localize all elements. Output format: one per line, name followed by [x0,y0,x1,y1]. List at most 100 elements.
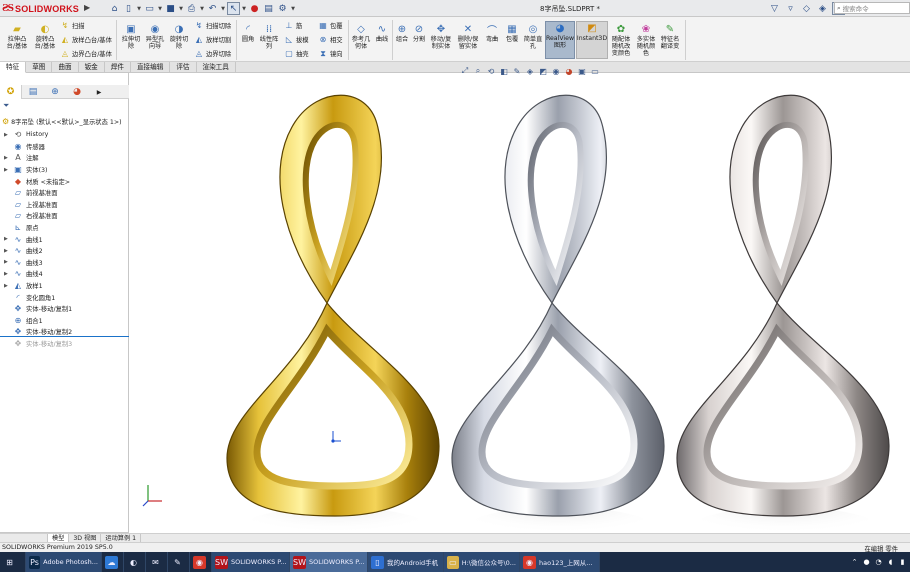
draft-button[interactable]: ◺ 拔模 [284,34,309,45]
revolve-cut-button[interactable]: ◑ 旋转切 除 [167,23,191,51]
expand-arrow-icon[interactable]: ▶ [4,283,8,289]
taskbar-item[interactable]: ✉ [146,552,168,572]
delete-keep-body-button[interactable]: ✕ 删除/保 留实体 [455,23,481,51]
loft-boss-button[interactable]: ◭ 放样凸台/基体 [60,34,112,45]
tray-power-icon[interactable]: ▮ [898,558,907,567]
tree-item[interactable]: ▶ ⟲ History [0,129,129,141]
filter-vertex-icon[interactable]: ◈ [816,2,829,15]
previous-view-icon[interactable]: ⟲ [486,66,496,76]
intersect-button[interactable]: ⊗ 相交 [318,34,343,45]
swept-cut-button[interactable]: ↯ 扫描切除 [194,20,232,31]
tab-4[interactable]: 焊件 [105,62,131,73]
extrude-cut-button[interactable]: ▣ 拉伸切 除 [119,23,143,51]
expand-arrow-icon[interactable]: ▶ [4,259,8,265]
property-manager-tab-icon[interactable]: ▤ [22,85,44,99]
hide-show-items-icon[interactable]: ◉ [551,66,561,76]
tree-item[interactable]: ⊕ 组合1 [0,315,129,327]
options-dropdown-icon[interactable]: ▼ [290,2,296,15]
combine-button[interactable]: ⊕ 组合 [394,23,410,44]
feature-tree-tab-icon[interactable]: ✪ [0,85,22,99]
rollback-bar[interactable] [0,336,129,337]
expand-arrow-icon[interactable]: ▶ [4,248,8,254]
tree-item[interactable]: ◉ 传感器 [0,141,129,153]
new-document-icon[interactable]: ▯ [122,2,135,15]
zoom-to-fit-icon[interactable]: ⤢ [460,66,470,76]
shell-button[interactable]: ▢ 抽壳 [284,48,308,59]
lofted-cut-button[interactable]: ◭ 放样切割 [194,34,231,45]
home-icon[interactable]: ⌂ [108,2,121,15]
mirror-button[interactable]: ⧗ 镜向 [318,48,342,59]
solidworks-logo[interactable]: ƧS SOLIDWORKS [2,2,80,15]
taskbar-item[interactable]: ▭ H:\微信公众号\0... [444,552,520,572]
tray-app-icon[interactable]: ● [862,558,871,567]
realview-graphics-button[interactable]: ◕ RealView 图形 [545,21,575,59]
filter-icon[interactable]: ▽ [768,2,781,15]
appearance-tab-icon[interactable]: ◕ [66,85,88,99]
taskbar-item[interactable]: SW SOLIDWORKS P... [290,552,368,572]
new-dropdown-icon[interactable]: ▼ [136,2,142,15]
rebuild-icon[interactable]: ▤ [262,2,275,15]
tree-item[interactable]: ▱ 右视基准面 [0,210,129,222]
tray-network-icon[interactable]: ◔ [874,558,883,567]
rib-button[interactable]: ⊥ 筋 [284,20,303,31]
platinum-pendant[interactable] [676,94,890,517]
taskbar-item[interactable]: ⊞ [0,552,26,572]
tab-3[interactable]: 钣金 [79,62,105,73]
move-copy-body-button[interactable]: ✥ 移动/复 制实体 [428,23,454,51]
zoom-to-area-icon[interactable]: ⌕ [473,66,483,76]
wrap-button[interactable]: ▦ 包覆 [318,20,342,31]
view-settings-icon[interactable]: ▭ [590,66,600,76]
random-color-button[interactable]: ✿ 随配体 随机改 变颜色 [609,23,633,58]
expand-arrow-icon[interactable]: ▶ [4,271,8,277]
tree-item[interactable]: ◆ 材质 <未指定> [0,175,129,187]
curves-button[interactable]: ∿ 曲线 [373,23,391,44]
sweep-button[interactable]: ↯ 扫描 [60,20,85,31]
tab-6[interactable]: 评估 [170,62,197,73]
tree-item[interactable]: ✥ 实体-移动/复制3 [0,338,129,350]
display-style-icon[interactable]: ◩ [538,66,548,76]
fillet-button[interactable]: ◜ 圆角 [238,23,258,44]
tab-5[interactable]: 直接编辑 [131,62,171,73]
taskbar-item[interactable]: ▯ 我的Android手机 [368,552,444,572]
taskbar-item[interactable]: ☁ [102,552,124,572]
tray-arrow-icon[interactable]: ⌃ [850,558,859,567]
hole-wizard-button[interactable]: ◉ 异型孔 向导 [143,23,167,51]
simple-hole-button[interactable]: ◎ 简单直 孔 [522,23,544,51]
section-view-icon[interactable]: ◧ [499,66,509,76]
select-icon[interactable]: ↖ [227,2,240,15]
configuration-tab-icon[interactable]: ⊕ [44,85,66,99]
expand-arrow-icon[interactable]: ▶ [4,155,8,161]
tree-item[interactable]: ▶ ∿ 曲线4 [0,268,129,280]
gold-pendant[interactable] [226,94,440,517]
tree-item[interactable]: ✥ 实体-移动/复制1 [0,303,129,315]
open-dropdown-icon[interactable]: ▼ [157,2,163,15]
tab-1[interactable]: 草图 [26,62,53,73]
split-button[interactable]: ⊘ 分割 [411,23,427,44]
undo-icon[interactable]: ↶ [206,2,219,15]
select-dropdown-icon[interactable]: ▼ [241,2,247,15]
reference-geometry-button[interactable]: ◇ 参考几 何体 [350,23,372,51]
tab-7[interactable]: 渲染工具 [197,62,236,73]
tree-item[interactable]: ▶ ◭ 放样1 [0,280,129,292]
edit-appearance-icon[interactable]: ◕ [564,66,574,76]
revolve-boss-button[interactable]: ◐ 旋转凸 台/基体 [32,23,58,51]
graphics-area[interactable] [130,73,910,533]
expand-arrow-icon[interactable]: ▶ [4,236,8,242]
undo-dropdown-icon[interactable]: ▼ [220,2,226,15]
tree-root-part[interactable]: ⚙ 8字吊坠 (默认<<默认>_显示状态 1>) [2,116,122,127]
taskbar-item[interactable]: SW SOLIDWORKS P... [212,552,290,572]
taskbar-item[interactable]: ◉ hao123_上网从... [520,552,600,572]
wrap2-button[interactable]: ▦ 包覆 [503,23,521,44]
filter-edge-icon[interactable]: ◇ [800,2,813,15]
save-dropdown-icon[interactable]: ▼ [178,2,184,15]
open-icon[interactable]: ▭ [143,2,156,15]
view-orientation-icon[interactable]: ◈ [525,66,535,76]
menu-expand-icon[interactable]: ▶ [84,3,94,14]
expand-arrow-icon[interactable]: ▶ [4,167,8,173]
filter-face-icon[interactable]: ▿ [784,2,797,15]
traffic-light-icon[interactable]: ● [248,2,261,15]
tree-item[interactable]: ▱ 前视基准面 [0,187,129,199]
flex-button[interactable]: ⌒ 弯曲 [482,23,502,44]
tree-item[interactable]: ▶ ∿ 曲线1 [0,233,129,245]
tree-item[interactable]: ▶ ∿ 曲线3 [0,257,129,269]
